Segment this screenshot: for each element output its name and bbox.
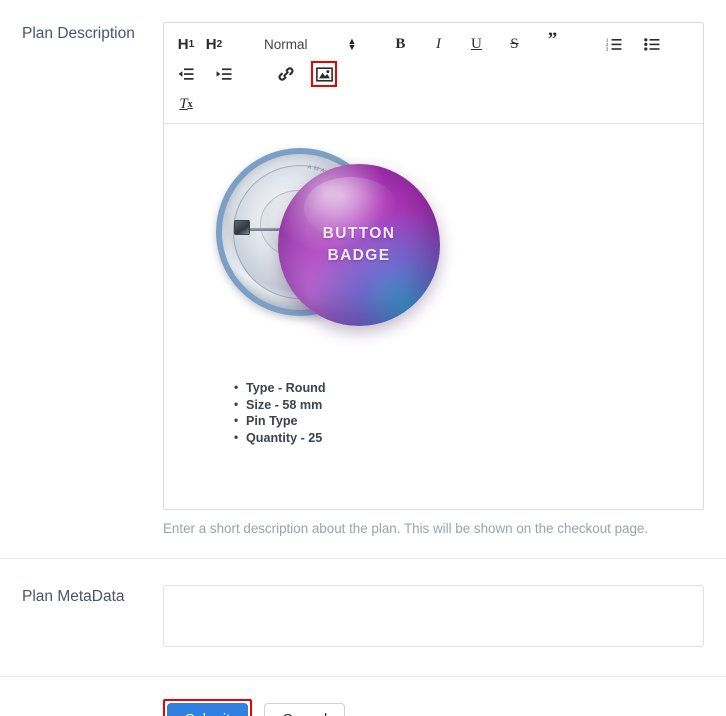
underline-button[interactable]: U (463, 31, 489, 57)
clear-format-glyph: T (179, 95, 188, 112)
badge-spec-list: Type - Round Size - 58 mm Pin Type Quant… (234, 379, 689, 447)
bullet-list-icon[interactable] (639, 31, 665, 57)
list-item: Pin Type (234, 412, 689, 430)
button-badge-image: AMAZING MOCKUP COLLECTION BUTTON BADGE (216, 142, 444, 352)
badge-front-side: BUTTON BADGE (278, 164, 440, 326)
heading-2-glyph: H (205, 35, 217, 53)
format-select[interactable]: Normal (255, 31, 317, 57)
plan-description-label: Plan Description (22, 25, 135, 42)
section-gap-1 (0, 538, 726, 558)
submit-highlight-box: Submit (163, 699, 253, 716)
outdent-icon[interactable] (173, 61, 199, 87)
clear-format-icon[interactable]: Tx (173, 91, 199, 117)
blockquote-button[interactable]: ” (539, 30, 565, 57)
badge-label-line-1: BUTTON (322, 225, 396, 242)
list-item: Quantity - 25 (234, 429, 689, 447)
editor-content-area[interactable]: AMAZING MOCKUP COLLECTION BUTTON BADGE (164, 124, 703, 509)
clear-format-subscript: x (187, 98, 193, 110)
plan-metadata-label: Plan MetaData (22, 588, 125, 605)
submit-button[interactable]: Submit (167, 703, 249, 716)
badge-label-line-2: BADGE (327, 247, 391, 264)
cancel-button[interactable]: Cancel (264, 703, 346, 716)
editor-toolbar: H1 H2 Normal ▲ ▼ B I U S ” 1 2 3 T x (164, 23, 703, 124)
plan-description-control: H1 H2 Normal ▲ ▼ B I U S ” 1 2 3 T x AM … (163, 22, 726, 538)
image-icon[interactable] (311, 61, 337, 87)
heading-1-glyph: H (177, 35, 189, 53)
ordered-list-icon[interactable]: 1 2 3 (601, 31, 627, 57)
plan-form-page: Plan Description H1 H2 Normal ▲ ▼ B I U … (0, 0, 726, 716)
link-icon[interactable] (273, 61, 299, 87)
list-item: Size - 58 mm (234, 396, 689, 414)
list-item: Type - Round (234, 379, 689, 397)
svg-text:3: 3 (606, 47, 609, 51)
rich-text-editor[interactable]: H1 H2 Normal ▲ ▼ B I U S ” 1 2 3 T x AM … (163, 22, 704, 510)
indent-icon[interactable] (211, 61, 237, 87)
plan-description-row: Plan Description H1 H2 Normal ▲ ▼ B I U … (0, 0, 726, 538)
heading-2-subscript: 2 (216, 38, 223, 50)
bold-button[interactable]: B (387, 31, 413, 57)
badge-front-label: BUTTON BADGE (323, 223, 396, 267)
badge-pin-clip (234, 220, 250, 235)
format-stepper[interactable]: ▲ ▼ (347, 37, 357, 52)
italic-button[interactable]: I (425, 31, 451, 57)
form-actions: Submit Cancel (0, 677, 726, 716)
plan-metadata-control (163, 585, 726, 652)
plan-metadata-row: Plan MetaData (0, 559, 726, 676)
plan-description-help-text: Enter a short description about the plan… (163, 521, 649, 536)
strikethrough-button[interactable]: S (501, 31, 527, 57)
heading-1-subscript: 1 (188, 38, 195, 50)
heading-2-button[interactable]: H2 (201, 31, 227, 57)
plan-metadata-input[interactable] (163, 585, 704, 647)
heading-1-button[interactable]: H1 (173, 31, 199, 57)
stepper-down-icon: ▼ (347, 42, 357, 52)
